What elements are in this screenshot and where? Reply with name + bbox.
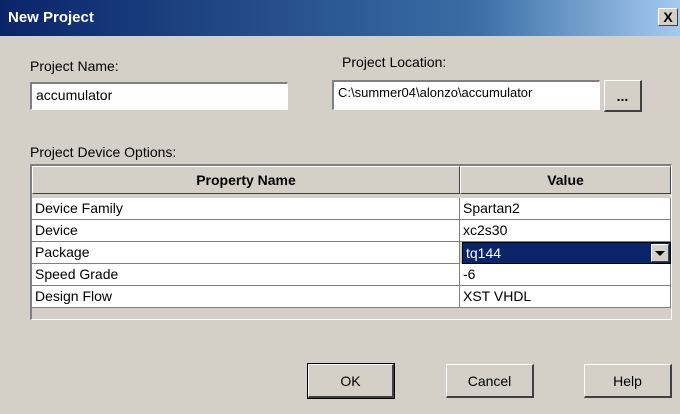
property-name-device-family: Device Family — [32, 198, 460, 220]
column-header-value: Value — [460, 166, 671, 194]
package-dropdown-value: tq144 — [466, 245, 502, 261]
browse-button-label: ... — [616, 87, 629, 104]
cancel-button[interactable]: Cancel — [446, 364, 534, 398]
cancel-button-label: Cancel — [467, 372, 512, 389]
property-value-device-family[interactable]: Spartan2 — [460, 198, 671, 220]
chevron-down-icon — [655, 250, 665, 256]
ok-button[interactable]: OK — [307, 363, 395, 399]
close-icon: X — [663, 9, 673, 25]
window-title: New Project — [8, 9, 94, 26]
property-name-package: Package — [32, 242, 460, 264]
project-location-input[interactable]: C:\summer04\alonzo\accumulator — [332, 80, 600, 110]
property-name-design-flow: Design Flow — [32, 286, 460, 308]
dropdown-arrow-button[interactable] — [651, 244, 669, 262]
close-button[interactable]: X — [658, 8, 678, 26]
package-dropdown[interactable]: tq144 — [462, 242, 671, 264]
property-value-speed-grade[interactable]: -6 — [460, 264, 671, 286]
device-options-grid: Property Name Value Device Family Sparta… — [30, 164, 672, 320]
project-location-label: Project Location: — [342, 54, 447, 70]
help-button[interactable]: Help — [584, 364, 672, 398]
browse-button[interactable]: ... — [604, 80, 642, 112]
project-name-label: Project Name: — [30, 58, 119, 74]
project-name-input[interactable]: accumulator — [30, 82, 288, 110]
ok-button-label: OK — [340, 372, 361, 389]
help-button-label: Help — [613, 372, 642, 389]
device-options-label: Project Device Options: — [30, 144, 177, 160]
title-bar: New Project X — [0, 0, 680, 36]
property-value-device[interactable]: xc2s30 — [460, 220, 671, 242]
property-name-speed-grade: Speed Grade — [32, 264, 460, 286]
property-value-design-flow[interactable]: XST VHDL — [460, 286, 671, 308]
column-header-property: Property Name — [32, 166, 460, 194]
property-name-device: Device — [32, 220, 460, 242]
